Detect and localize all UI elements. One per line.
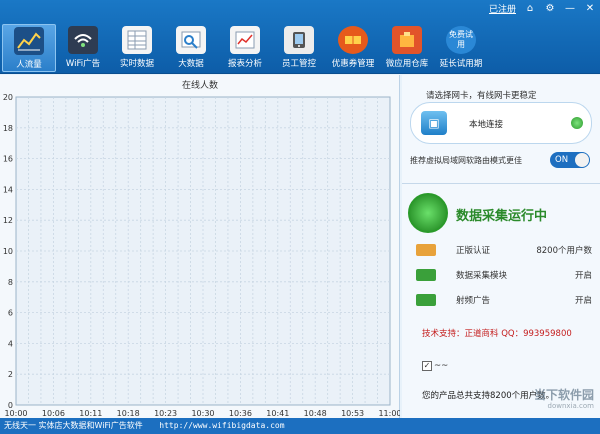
chart-title: 在线人数 — [181, 81, 218, 91]
nav-item-report[interactable]: 报表分析 — [218, 24, 272, 72]
x-tick-label: 11:00 — [378, 409, 400, 418]
module-on-icon — [416, 269, 436, 281]
radar-icon — [408, 193, 448, 233]
nav-label: 员工管控 — [281, 59, 316, 69]
status-row-value: 开启 — [574, 271, 592, 281]
y-tick-label: 2 — [8, 370, 13, 379]
nav-item-wifi-ad[interactable]: WiFi广告 — [56, 24, 110, 72]
right-panel: 请选择网卡，有线网卡更稳定 ▣ 本地连接 推荐虚拟局域网软路由模式更佳 ON 数… — [402, 75, 600, 418]
x-tick-label: 10:06 — [42, 409, 65, 418]
toggle-knob — [575, 153, 589, 167]
x-tick-label: 10:18 — [117, 409, 140, 418]
status-bar: 无线天一 实体店大数据和WiFi广告软件 http://www.wifibigd… — [0, 418, 600, 434]
y-tick-label: 20 — [3, 93, 13, 102]
nav-item-realtime[interactable]: 实时数据 — [110, 24, 164, 72]
realtime-data-icon — [122, 26, 152, 54]
x-tick-label: 10:00 — [4, 409, 27, 418]
free-trial-icon: 免费试用 — [446, 26, 476, 54]
gear-icon[interactable]: ⚙ — [544, 3, 556, 15]
x-tick-label: 10:30 — [191, 409, 214, 418]
y-tick-label: 16 — [3, 155, 13, 164]
nav-label: WiFi广告 — [65, 59, 101, 69]
home-icon[interactable]: ⌂ — [524, 3, 536, 15]
free-trial-badge: 免费试用 — [449, 30, 473, 49]
big-data-icon — [176, 26, 206, 54]
vrouter-toggle[interactable]: ON — [550, 152, 590, 168]
nav-label: 微应用仓库 — [385, 59, 429, 69]
tech-support-text: 技术支持：正道商科 QQ：993959800 — [422, 329, 572, 339]
watermark-sub: downxia.com — [547, 402, 594, 410]
connection-name: 本地连接 — [469, 120, 504, 130]
y-tick-label: 14 — [3, 185, 13, 194]
x-tick-label: 10:41 — [266, 409, 289, 418]
nav-item-coupon[interactable]: 优惠券管理 — [326, 24, 380, 72]
x-tick-label: 10:23 — [154, 409, 177, 418]
toggle-label: ON — [555, 155, 569, 165]
status-bar-text: 无线天一 实体店大数据和WiFi广告软件 — [4, 421, 143, 430]
wifi-ad-icon — [68, 26, 98, 54]
close-icon[interactable]: ✕ — [584, 3, 596, 15]
status-row-value: 8200个用户数 — [536, 246, 592, 256]
watermark-logo: 当下软件园 downxia.com — [524, 386, 594, 414]
y-tick-label: 6 — [8, 309, 13, 318]
checkbox-label: ~~ — [434, 361, 449, 371]
y-tick-label: 10 — [3, 247, 13, 256]
option-checkbox[interactable]: ✓ — [422, 361, 432, 371]
main-nav: 人流量 WiFi广告 实时数据 大数据 报表分析 员工管控 优惠券管理 微应用仓… — [2, 24, 488, 72]
status-row-rf-ad: 射频广告 开启 — [416, 293, 592, 309]
module-on-icon — [416, 294, 436, 306]
nic-selector[interactable]: ▣ 本地连接 — [410, 102, 592, 144]
status-row-value: 开启 — [574, 296, 592, 306]
top-toolbar: 已注册 ⌂ ⚙ — ✕ 人流量 WiFi广告 实时数据 大数据 报表分析 员工管… — [0, 0, 600, 74]
connection-status-icon — [571, 117, 583, 129]
status-bar-url[interactable]: http://www.wifibigdata.com — [159, 421, 284, 430]
app-store-icon — [392, 26, 422, 54]
staff-control-icon — [284, 26, 314, 54]
nav-item-free-trial[interactable]: 免费试用 延长试用期 — [434, 24, 488, 72]
x-tick-label: 10:53 — [341, 409, 364, 418]
y-tick-label: 12 — [3, 216, 13, 225]
nav-item-bigdata[interactable]: 大数据 — [164, 24, 218, 72]
network-adapter-icon: ▣ — [421, 111, 447, 135]
traffic-chart-icon — [14, 27, 44, 55]
coupon-icon — [338, 26, 368, 54]
nav-item-app-store[interactable]: 微应用仓库 — [380, 24, 434, 72]
register-link[interactable]: 已注册 — [489, 2, 516, 15]
app-window: 已注册 ⌂ ⚙ — ✕ 人流量 WiFi广告 实时数据 大数据 报表分析 员工管… — [0, 0, 600, 434]
status-row-label: 射频广告 — [456, 296, 491, 306]
nav-label: 实时数据 — [119, 59, 154, 69]
vrouter-tip: 推荐虚拟局域网软路由模式更佳 — [410, 156, 522, 165]
y-tick-label: 8 — [8, 278, 13, 287]
status-title: 数据采集运行中 — [456, 209, 548, 224]
minimize-icon[interactable]: — — [564, 3, 576, 15]
x-tick-label: 10:36 — [229, 409, 252, 418]
status-row-certification: 正版认证 8200个用户数 — [416, 243, 592, 259]
nav-label: 人流量 — [16, 60, 42, 70]
window-controls: 已注册 ⌂ ⚙ — ✕ — [489, 2, 596, 16]
status-row-label: 正版认证 — [456, 246, 491, 256]
nav-item-traffic[interactable]: 人流量 — [2, 24, 56, 72]
certificate-icon — [416, 244, 436, 256]
nav-label: 报表分析 — [227, 59, 262, 69]
nic-tip: 请选择网卡，有线网卡更稳定 — [426, 91, 537, 101]
nav-label: 延长试用期 — [439, 59, 483, 69]
y-tick-label: 18 — [3, 124, 13, 133]
x-tick-label: 10:11 — [79, 409, 102, 418]
online-count-chart-panel: 0 2 4 6 8 10 12 14 16 18 20 10:00 10:06 10:11 10:18 10:… — [0, 75, 400, 418]
online-count-chart: 0246810121416182010:00 10:06 10:11 10:18 10:… — [3, 93, 400, 418]
x-tick-label: 10:48 — [304, 409, 327, 418]
divider — [402, 183, 600, 184]
status-row-label: 数据采集模块 — [456, 271, 508, 281]
nav-label: 大数据 — [178, 59, 204, 69]
report-icon — [230, 26, 260, 54]
watermark-main: 当下软件园 — [533, 388, 594, 402]
y-tick-label: 4 — [8, 339, 13, 348]
nav-item-staff[interactable]: 员工管控 — [272, 24, 326, 72]
nav-label: 优惠券管理 — [331, 59, 375, 69]
status-row-collection-module: 数据采集模块 开启 — [416, 268, 592, 284]
